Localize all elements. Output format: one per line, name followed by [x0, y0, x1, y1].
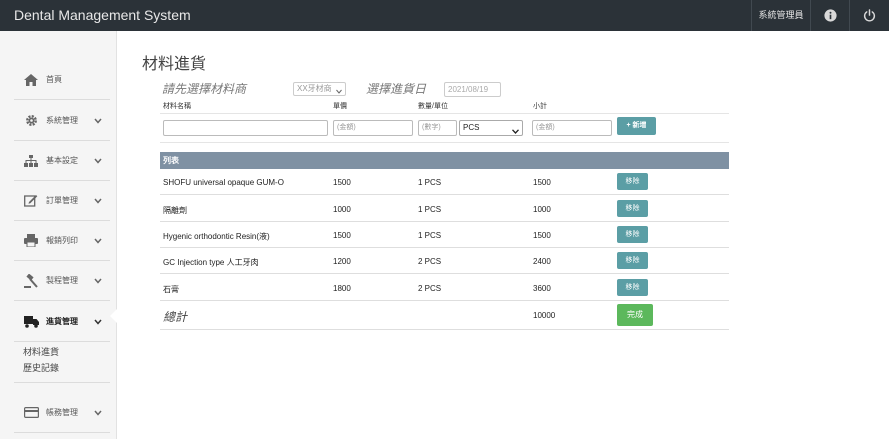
column-header-quantity: 數量/單位	[418, 103, 448, 110]
table-row: 石膏 1800 2 PCS 3600 移除	[160, 275, 729, 301]
date-hint: 選擇進貨日	[366, 82, 427, 96]
quantity-input[interactable]: (數字)	[418, 120, 457, 136]
remove-button[interactable]: 移除	[617, 226, 648, 243]
row-material-name: 隔離劑	[163, 206, 187, 215]
chevron-down-icon	[92, 115, 104, 127]
sidebar-item-accounting[interactable]: 帳務管理	[14, 393, 110, 433]
divider	[160, 142, 729, 143]
material-name-input[interactable]	[163, 120, 328, 136]
sidebar-item-label: 製程管理	[46, 276, 78, 285]
sidebar-item-system[interactable]: 系統管理	[14, 101, 110, 141]
total-value: 10000	[533, 311, 556, 320]
sitemap-icon	[22, 153, 40, 169]
sidebar-item-home[interactable]: 首頁	[14, 60, 110, 100]
row-price: 1000	[333, 205, 351, 214]
sidebar-item-settings[interactable]: 基本設定	[14, 141, 110, 181]
row-quantity: 1 PCS	[418, 178, 442, 187]
done-button[interactable]: 完成	[617, 304, 653, 326]
info-icon	[823, 9, 837, 22]
chevron-down-icon	[512, 125, 519, 139]
sidebar-item-label: 基本設定	[46, 156, 78, 165]
sidebar-item-label: 進貨管理	[46, 317, 78, 326]
vendor-select[interactable]: XX牙材商	[293, 82, 346, 96]
list-header: 列表	[160, 152, 729, 169]
row-quantity: 1 PCS	[418, 205, 442, 214]
row-price: 1200	[333, 257, 351, 266]
top-bar: Dental Management System 系統管理員	[0, 0, 889, 31]
row-subtotal: 1500	[533, 231, 551, 240]
remove-button[interactable]: 移除	[617, 200, 648, 217]
unit-select[interactable]: PCS	[459, 120, 523, 136]
home-icon	[22, 72, 40, 88]
row-subtotal: 1500	[533, 178, 551, 187]
remove-button[interactable]: 移除	[617, 173, 648, 190]
chevron-down-icon	[92, 235, 104, 247]
column-header-price: 單價	[333, 103, 347, 110]
total-row: 總計 10000 完成	[160, 301, 729, 330]
info-button[interactable]	[810, 0, 849, 31]
user-menu[interactable]: 系統管理員	[751, 0, 810, 31]
row-material-name: Hygenic orthodontic Resin(液)	[163, 232, 270, 241]
sidebar-item-print[interactable]: 報銷列印	[14, 221, 110, 261]
gear-icon	[22, 113, 40, 129]
vendor-hint: 請先選擇材料商	[162, 82, 247, 96]
sidebar-item-orders[interactable]: 訂單管理	[14, 181, 110, 221]
remove-button[interactable]: 移除	[617, 279, 648, 296]
gavel-icon	[22, 273, 40, 289]
chevron-down-icon	[92, 155, 104, 167]
unit-select-value: PCS	[463, 123, 480, 132]
table-row: 隔離劑 1000 1 PCS 1000 移除	[160, 196, 729, 222]
edit-icon	[22, 193, 40, 209]
chevron-down-icon	[92, 275, 104, 287]
column-header-subtotal: 小計	[533, 103, 547, 110]
row-subtotal: 3600	[533, 284, 551, 293]
sidebar-item-label: 報銷列印	[46, 236, 78, 245]
table-row: SHOFU universal opaque GUM-O 1500 1 PCS …	[160, 169, 729, 195]
sidebar-item-label: 帳務管理	[46, 408, 78, 417]
add-item-button[interactable]: + 新增	[617, 117, 656, 135]
row-price: 1500	[333, 231, 351, 240]
subnav-history[interactable]: 歷史記錄	[23, 361, 59, 374]
page-title: 材料進貨	[142, 56, 207, 73]
truck-icon	[22, 314, 40, 330]
subnav-material-purchase[interactable]: 材料進貨	[23, 345, 59, 358]
row-price: 1800	[333, 284, 351, 293]
row-subtotal: 1000	[533, 205, 551, 214]
price-input[interactable]: (金額)	[333, 120, 413, 136]
sidebar-item-process[interactable]: 製程管理	[14, 261, 110, 301]
sidebar-divider	[14, 382, 110, 383]
vendor-select-value: XX牙材商	[297, 84, 332, 93]
printer-icon	[22, 233, 40, 249]
row-material-name: SHOFU universal opaque GUM-O	[163, 178, 284, 187]
sidebar-item-purchase[interactable]: 進貨管理	[14, 302, 110, 342]
power-icon	[863, 9, 875, 22]
row-price: 1500	[333, 178, 351, 187]
subtotal-input[interactable]: (金額)	[532, 120, 612, 136]
column-header-material: 材料名稱	[163, 103, 191, 110]
chevron-down-icon	[336, 86, 342, 98]
logout-button[interactable]	[849, 0, 888, 31]
chevron-down-icon	[92, 316, 104, 328]
row-subtotal: 2400	[533, 257, 551, 266]
row-material-name: 石膏	[163, 285, 179, 294]
chevron-down-icon	[92, 407, 104, 419]
sidebar-item-label: 首頁	[46, 75, 62, 84]
app-brand[interactable]: Dental Management System	[14, 7, 191, 23]
remove-button[interactable]: 移除	[617, 252, 648, 269]
row-material-name: GC Injection type 人工牙肉	[163, 258, 259, 267]
chevron-down-icon	[92, 195, 104, 207]
sidebar-item-label: 系統管理	[46, 116, 78, 125]
sidebar-item-label: 訂單管理	[46, 196, 78, 205]
sidebar: 首頁 系統管理 基本設定 訂單管理 報銷列印 製程管理 進貨管理 材料進貨 歷史…	[0, 31, 117, 439]
purchase-date-input[interactable]: 2021/08/19	[444, 82, 501, 97]
divider	[160, 113, 729, 114]
row-quantity: 1 PCS	[418, 231, 442, 240]
table-row: Hygenic orthodontic Resin(液) 1500 1 PCS …	[160, 222, 729, 248]
active-indicator	[110, 309, 117, 323]
row-quantity: 2 PCS	[418, 257, 442, 266]
total-label: 總計	[163, 310, 188, 324]
credit-card-icon	[22, 405, 40, 421]
table-row: GC Injection type 人工牙肉 1200 2 PCS 2400 移…	[160, 248, 729, 274]
row-quantity: 2 PCS	[418, 284, 442, 293]
